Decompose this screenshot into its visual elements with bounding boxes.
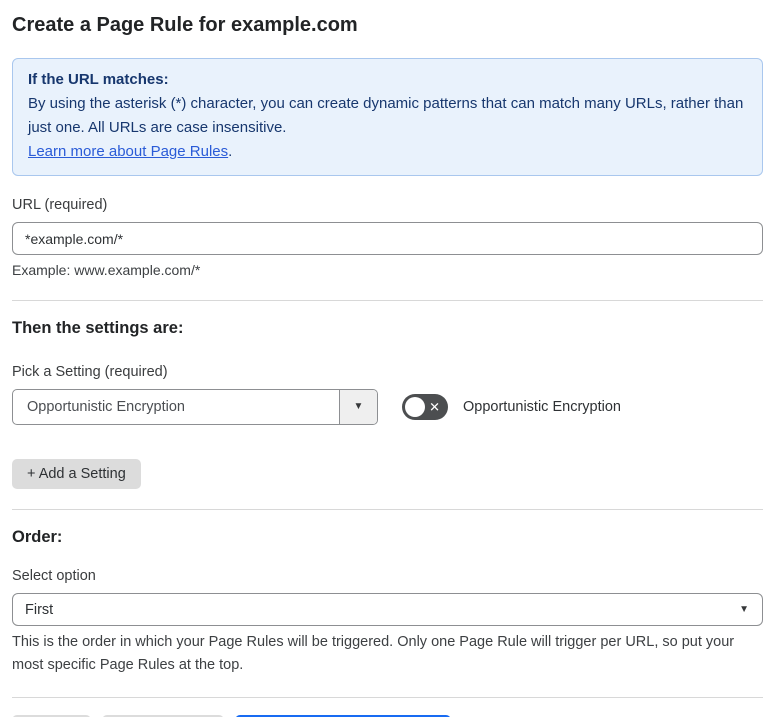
- learn-more-link[interactable]: Learn more about Page Rules: [28, 143, 228, 160]
- url-input[interactable]: [12, 222, 763, 255]
- settings-section-heading: Then the settings are:: [12, 319, 184, 337]
- opportunistic-encryption-toggle-group: ✕ Opportunistic Encryption: [402, 394, 621, 420]
- order-select-value: First: [25, 601, 54, 618]
- url-match-info-box: If the URL matches: By using the asteris…: [12, 58, 763, 176]
- setting-select-value: Opportunistic Encryption: [27, 399, 185, 415]
- opportunistic-encryption-toggle[interactable]: ✕: [402, 394, 448, 420]
- order-select-label: Select option: [12, 568, 96, 584]
- info-box-heading: If the URL matches:: [28, 71, 169, 88]
- divider: [12, 300, 763, 301]
- divider: [12, 509, 763, 510]
- toggle-knob: [405, 397, 425, 417]
- setting-select-arrow-button[interactable]: ▼: [339, 390, 377, 424]
- link-suffix: .: [228, 143, 233, 160]
- divider: [12, 697, 763, 698]
- add-setting-button[interactable]: + Add a Setting: [12, 459, 141, 489]
- setting-row: Opportunistic Encryption ▼ ✕ Opportunist…: [12, 389, 763, 425]
- toggle-off-x-icon: ✕: [429, 399, 440, 415]
- page-rule-form: Create a Page Rule for example.com If th…: [0, 0, 775, 717]
- url-field-label: URL (required): [12, 197, 108, 213]
- pick-setting-label: Pick a Setting (required): [12, 364, 168, 380]
- order-select[interactable]: First ▼: [12, 593, 763, 626]
- order-helper-text: This is the order in which your Page Rul…: [12, 634, 735, 673]
- chevron-down-icon: ▼: [353, 401, 364, 412]
- info-box-link-line: Learn more about Page Rules.: [28, 140, 747, 164]
- page-title: Create a Page Rule for example.com: [12, 14, 358, 36]
- setting-select[interactable]: Opportunistic Encryption ▼: [12, 389, 378, 425]
- toggle-label: Opportunistic Encryption: [463, 399, 621, 415]
- chevron-down-icon: ▼: [739, 603, 749, 615]
- url-example-helper: Example: www.example.com/*: [12, 262, 201, 278]
- order-section-heading: Order:: [12, 528, 63, 546]
- info-box-body: By using the asterisk (*) character, you…: [28, 95, 744, 136]
